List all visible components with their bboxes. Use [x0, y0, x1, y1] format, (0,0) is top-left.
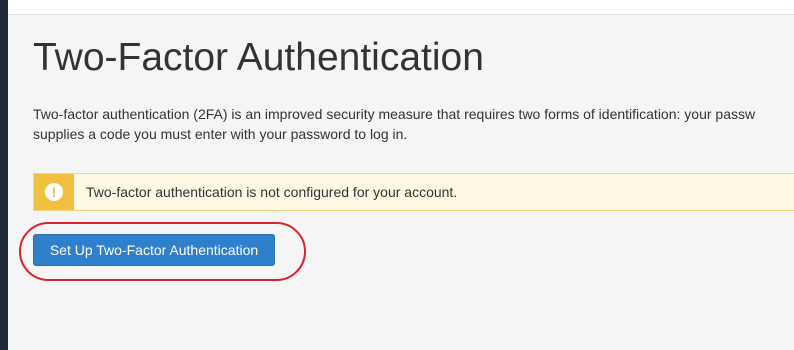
- page-description: Two-factor authentication (2FA) is an im…: [33, 104, 794, 144]
- setup-2fa-button[interactable]: Set Up Two-Factor Authentication: [33, 234, 275, 266]
- alert-icon-box: !: [34, 174, 74, 210]
- top-header-strip: [8, 0, 794, 15]
- exclamation-icon: !: [45, 183, 63, 201]
- left-sidebar-edge: [0, 0, 8, 350]
- warning-alert: ! Two-factor authentication is not confi…: [33, 173, 794, 211]
- page-title: Two-Factor Authentication: [33, 36, 484, 79]
- alert-message: Two-factor authentication is not configu…: [86, 184, 458, 200]
- description-line-2: supplies a code you must enter with your…: [33, 126, 408, 142]
- description-line-1: Two-factor authentication (2FA) is an im…: [33, 106, 756, 122]
